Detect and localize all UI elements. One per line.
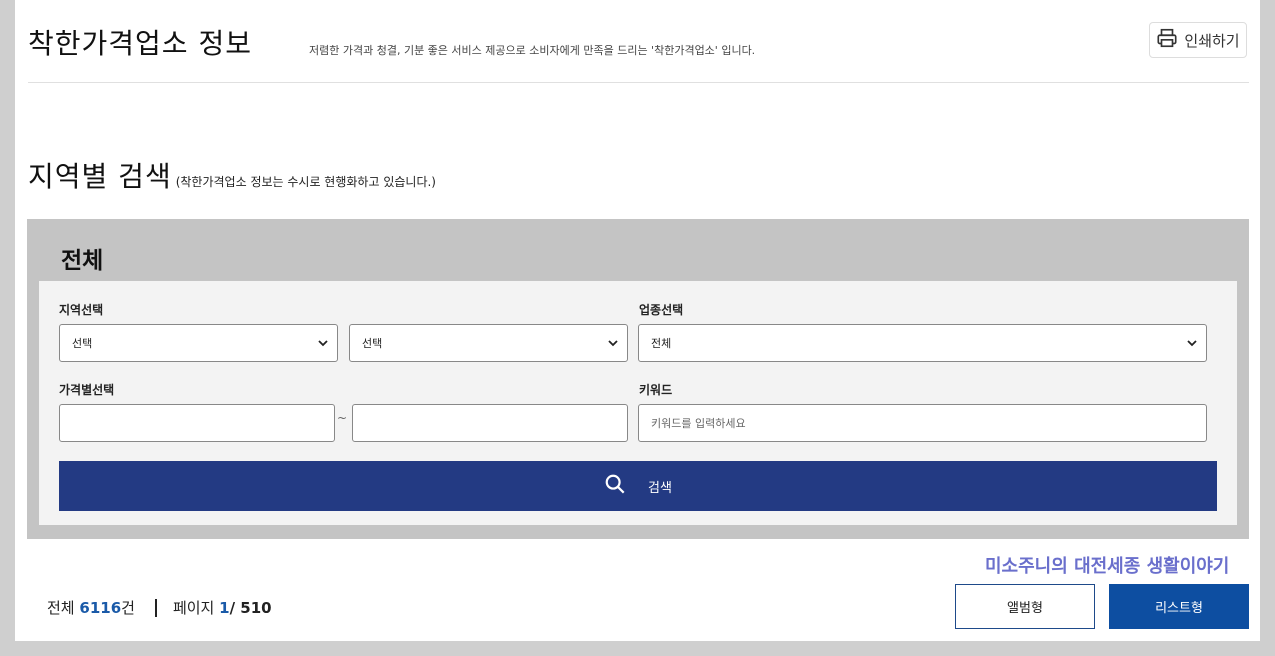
search-icon — [604, 473, 626, 499]
chevron-down-icon — [318, 340, 328, 347]
category-label: 업종선택 — [639, 303, 684, 317]
total-prefix: 전체 — [47, 599, 75, 617]
album-view-button[interactable]: 앨범형 — [955, 584, 1095, 629]
page-current: 1 — [219, 598, 230, 617]
page-total: / 510 — [229, 598, 272, 617]
keyword-label: 키워드 — [639, 383, 673, 397]
page-subtitle: 저렴한 가격과 청결, 기분 좋은 서비스 제공으로 소비자에게 만족을 드리는… — [309, 44, 756, 57]
search-form: 지역선택 선택 선택 업종선택 전체 가격별선택 ~ 키워드 키워드를 입력하세… — [39, 281, 1237, 525]
price-from-input[interactable] — [59, 404, 335, 442]
header-divider — [28, 82, 1249, 83]
section-title: 지역별 검색 (착한가격업소 정보는 수시로 현행화하고 있습니다.) — [28, 155, 436, 195]
blog-link[interactable]: 미소주니의 대전세종 생활이야기 — [985, 552, 1229, 578]
chevron-down-icon — [608, 340, 618, 347]
print-button[interactable]: 인쇄하기 — [1149, 22, 1247, 58]
chevron-down-icon — [1187, 340, 1197, 347]
printer-icon — [1156, 27, 1178, 53]
print-label: 인쇄하기 — [1184, 31, 1240, 50]
price-label: 가격별선택 — [59, 383, 115, 397]
category-select[interactable]: 전체 — [638, 324, 1207, 362]
price-to-input[interactable] — [352, 404, 628, 442]
region-select-2-value: 선택 — [362, 337, 383, 350]
search-button-label: 검색 — [648, 480, 672, 496]
region-select-1[interactable]: 선택 — [59, 324, 338, 362]
page: 착한가격업소 정보 저렴한 가격과 청결, 기분 좋은 서비스 제공으로 소비자… — [15, 0, 1260, 641]
search-panel: 전체 지역선택 선택 선택 업종선택 전체 가격별선택 ~ 키워드 키워드를 입… — [27, 219, 1249, 539]
region-label: 지역선택 — [59, 303, 104, 317]
total-count: 6116 — [79, 598, 122, 617]
section-title-text: 지역별 검색 — [28, 160, 172, 193]
keyword-placeholder: 키워드를 입력하세요 — [651, 417, 746, 430]
page-prefix: 페이지 — [172, 599, 215, 617]
search-panel-title: 전체 — [61, 248, 104, 274]
region-select-2[interactable]: 선택 — [349, 324, 628, 362]
summary-divider — [154, 598, 157, 617]
search-button[interactable]: 검색 — [59, 461, 1217, 511]
price-range-tilde: ~ — [337, 411, 348, 425]
page-title: 착한가격업소 정보 — [28, 27, 252, 60]
category-select-value: 전체 — [651, 337, 672, 350]
keyword-input[interactable]: 키워드를 입력하세요 — [638, 404, 1207, 442]
result-summary: 전체 6116 건 페이지 1/ 510 — [47, 597, 272, 618]
region-select-1-value: 선택 — [72, 337, 93, 350]
section-note: (착한가격업소 정보는 수시로 현행화하고 있습니다.) — [175, 175, 436, 189]
list-view-button[interactable]: 리스트형 — [1109, 584, 1249, 629]
total-suffix: 건 — [121, 599, 135, 617]
